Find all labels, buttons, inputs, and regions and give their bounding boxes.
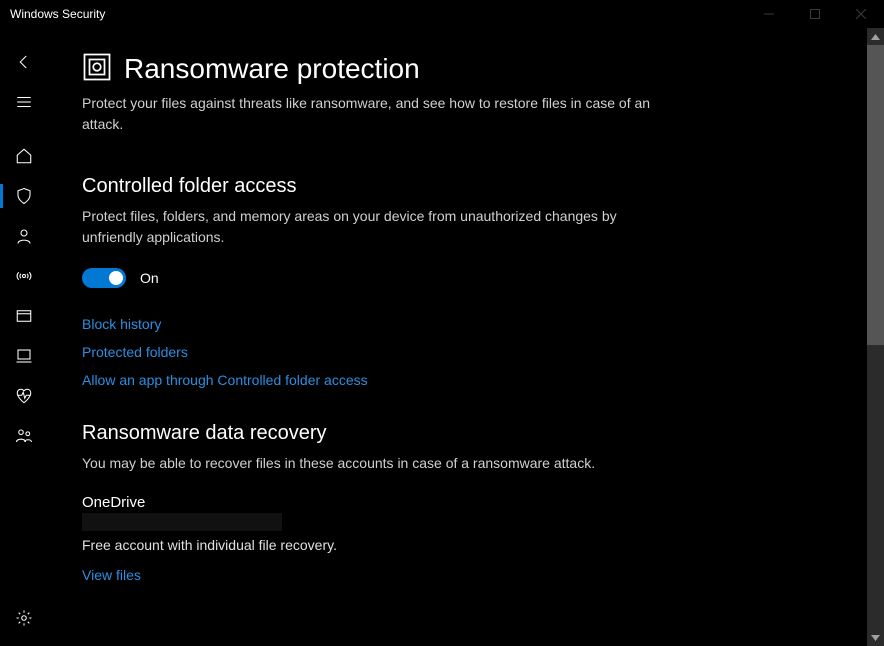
nav-device-security[interactable] <box>0 336 48 376</box>
recovery-heading: Ransomware data recovery <box>82 422 844 445</box>
page-title: Ransomware protection <box>124 53 420 85</box>
account-name: OneDrive <box>82 494 844 511</box>
window-title: Windows Security <box>10 7 105 21</box>
back-button[interactable] <box>0 42 48 82</box>
link-view-files[interactable]: View files <box>82 567 141 583</box>
close-button[interactable] <box>838 0 884 28</box>
account-email-redacted <box>82 513 282 531</box>
nav-family[interactable] <box>0 416 48 456</box>
scroll-up-arrow[interactable] <box>867 28 884 45</box>
link-allow-app[interactable]: Allow an app through Controlled folder a… <box>82 372 368 388</box>
content-area: Ransomware protection Protect your files… <box>48 28 884 646</box>
cfa-heading: Controlled folder access <box>82 175 844 198</box>
cfa-desc: Protect files, folders, and memory areas… <box>82 206 662 248</box>
maximize-button[interactable] <box>792 0 838 28</box>
scroll-down-arrow[interactable] <box>867 629 884 646</box>
scroll-thumb[interactable] <box>867 45 884 345</box>
recovery-desc: You may be able to recover files in thes… <box>82 453 662 474</box>
cfa-toggle[interactable] <box>82 268 126 288</box>
nav-account[interactable] <box>0 216 48 256</box>
menu-button[interactable] <box>0 82 48 122</box>
nav-virus-threat[interactable] <box>0 176 48 216</box>
link-protected-folders[interactable]: Protected folders <box>82 344 188 360</box>
nav-firewall[interactable] <box>0 256 48 296</box>
ransomware-icon <box>82 52 112 85</box>
link-block-history[interactable]: Block history <box>82 316 161 332</box>
vertical-scrollbar[interactable] <box>867 28 884 646</box>
account-desc: Free account with individual file recove… <box>82 537 844 553</box>
scroll-track[interactable] <box>867 45 884 629</box>
nav-home[interactable] <box>0 136 48 176</box>
cfa-toggle-label: On <box>140 270 159 286</box>
nav-settings[interactable] <box>0 598 48 638</box>
minimize-button[interactable] <box>746 0 792 28</box>
nav-app-browser[interactable] <box>0 296 48 336</box>
page-subtitle: Protect your files against threats like … <box>82 93 662 135</box>
nav-device-performance[interactable] <box>0 376 48 416</box>
titlebar: Windows Security <box>0 0 884 28</box>
sidebar <box>0 28 48 646</box>
